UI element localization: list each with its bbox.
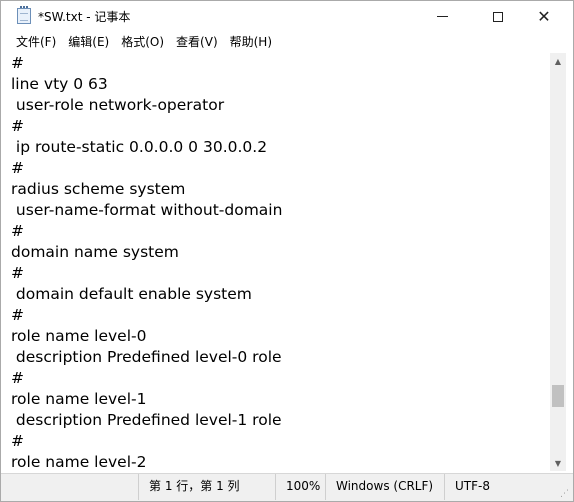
editor-line[interactable]: user-role network-operator	[11, 95, 224, 116]
status-cursor-position: 第 1 行，第 1 列	[138, 474, 277, 500]
status-bar: 第 1 行，第 1 列 100% Windows (CRLF) UTF-8 ⋰	[1, 473, 573, 501]
editor-line[interactable]: #	[11, 368, 24, 389]
notepad-icon	[17, 6, 31, 24]
maximize-button[interactable]	[475, 1, 521, 32]
minimize-icon	[436, 16, 448, 17]
editor-line[interactable]: #	[11, 305, 24, 326]
editor-line[interactable]: role name level-2	[11, 452, 146, 471]
menu-view[interactable]: 查看(V)	[170, 32, 224, 52]
editor-line[interactable]: role name level-1	[11, 389, 146, 410]
status-line-ending: Windows (CRLF)	[325, 474, 446, 500]
window-title: *SW.txt - 记事本	[38, 10, 131, 24]
editor-line[interactable]: description Predefined level-0 role	[11, 347, 282, 368]
editor-line[interactable]: #	[11, 431, 24, 452]
menu-format[interactable]: 格式(O)	[115, 32, 170, 52]
status-zoom: 100%	[275, 474, 332, 500]
editor-line[interactable]: #	[11, 53, 24, 74]
editor-line[interactable]: line vty 0 63	[11, 74, 108, 95]
editor-line[interactable]: #	[11, 158, 24, 179]
notepad-window: *SW.txt - 记事本 ✕ 文件(F) 编辑(E) 格式(O) 查看(V) …	[0, 0, 574, 502]
editor-line[interactable]: #	[11, 116, 24, 137]
editor-line[interactable]: domain default enable system	[11, 284, 252, 305]
vertical-scrollbar[interactable]: ▲ ▼	[550, 53, 566, 471]
editor-line[interactable]: radius scheme system	[11, 179, 185, 200]
editor-line[interactable]: ip route-static 0.0.0.0 0 30.0.0.2	[11, 137, 267, 158]
close-icon: ✕	[537, 6, 551, 26]
editor-line[interactable]: domain name system	[11, 242, 179, 263]
scroll-down-arrow-icon[interactable]: ▼	[550, 455, 566, 471]
menu-help[interactable]: 帮助(H)	[224, 32, 278, 52]
editor-line[interactable]: user-name-format without-domain	[11, 200, 283, 221]
editor-line[interactable]: description Predefined level-1 role	[11, 410, 282, 431]
maximize-icon	[493, 11, 503, 22]
menu-file[interactable]: 文件(F)	[10, 32, 62, 52]
title-bar[interactable]: *SW.txt - 记事本 ✕	[1, 1, 573, 32]
editor-line[interactable]: #	[11, 221, 24, 242]
scrollbar-thumb[interactable]	[552, 385, 564, 407]
minimize-button[interactable]	[419, 1, 465, 32]
editor-line[interactable]: #	[11, 263, 24, 284]
editor-line[interactable]: role name level-0	[11, 326, 146, 347]
status-encoding: UTF-8	[444, 474, 525, 500]
scroll-up-arrow-icon[interactable]: ▲	[550, 53, 566, 69]
text-editor[interactable]: # line vty 0 63 user-role network-operat…	[1, 53, 550, 471]
menu-bar: 文件(F) 编辑(E) 格式(O) 查看(V) 帮助(H)	[1, 32, 573, 52]
menu-edit[interactable]: 编辑(E)	[62, 32, 115, 52]
resize-grip-icon[interactable]: ⋰	[560, 489, 570, 499]
close-button[interactable]: ✕	[521, 1, 567, 32]
